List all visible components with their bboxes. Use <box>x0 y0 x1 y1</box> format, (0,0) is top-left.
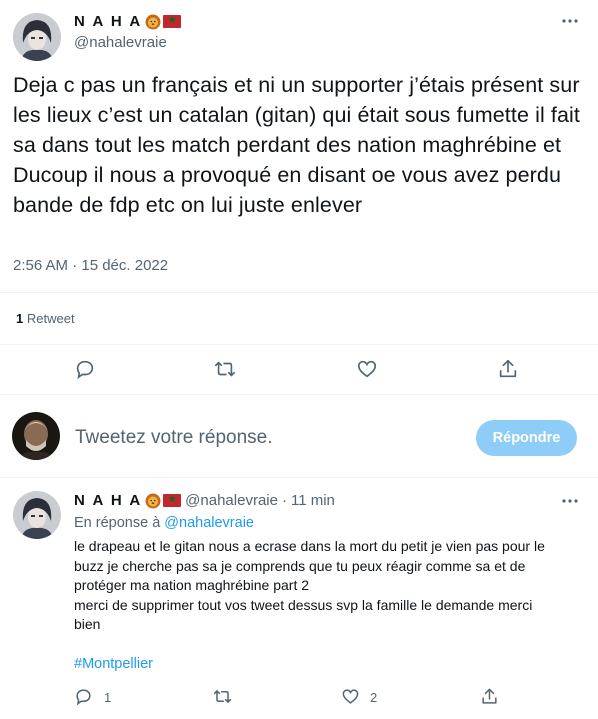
reply-author-row: N A H A @nahalevraie · 11 min <box>74 492 335 509</box>
reply-text-line: merci de supprimer tout vos tweet dessus… <box>74 596 533 613</box>
reply-text-line: bien <box>74 616 101 632</box>
reply-time[interactable]: 11 min <box>291 492 335 509</box>
retweet-count-label: Retweet <box>26 311 75 326</box>
divider <box>0 292 598 293</box>
replying-to-mention[interactable]: @nahalevraie <box>164 515 254 531</box>
reply-author-avatar[interactable] <box>13 491 61 539</box>
more-horizontal-icon[interactable] <box>560 491 580 511</box>
reply-button[interactable]: Répondre <box>476 420 577 456</box>
heart-icon[interactable] <box>341 687 360 706</box>
like-count: 2 <box>370 690 378 705</box>
retweet-count[interactable]: 1 Retweet <box>16 311 75 326</box>
morocco-flag-icon <box>163 13 182 29</box>
divider <box>0 477 598 478</box>
author-display-name[interactable]: N A H A <box>74 13 142 30</box>
replying-to: En réponse à @nahalevraie <box>74 515 254 531</box>
reply-count: 1 <box>104 690 112 705</box>
divider <box>0 344 598 345</box>
separator-dot: · <box>281 492 287 509</box>
retweet-count-number: 1 <box>16 311 24 326</box>
retweet-icon[interactable] <box>213 687 232 706</box>
reply-text: le drapeau et le gitan nous a ecrase dan… <box>74 537 584 635</box>
share-icon[interactable] <box>497 358 519 380</box>
retweet-icon[interactable] <box>214 358 236 380</box>
reply-author-handle[interactable]: @nahalevraie <box>185 492 278 509</box>
lion-emoji-icon <box>145 493 161 509</box>
reply-text-line: buzz je cherche pas sa je comprends que … <box>74 557 526 574</box>
author-handle-row: @nahalevraie <box>74 34 167 51</box>
tweet-text: Deja c pas un français et ni un supporte… <box>13 73 580 217</box>
reply-text-line: le drapeau et le gitan nous a ecrase dan… <box>74 538 545 554</box>
morocco-flag-icon <box>163 492 182 508</box>
heart-icon[interactable] <box>356 358 378 380</box>
lion-emoji-icon <box>145 14 161 30</box>
hashtag-link[interactable]: #Montpellier <box>74 656 153 672</box>
author-handle[interactable]: @nahalevraie <box>74 34 167 51</box>
reply-text-line: protéger ma nation maghrébine part 2 <box>74 577 310 593</box>
current-user-avatar[interactable] <box>12 412 60 460</box>
compose-input[interactable]: Tweetez votre réponse. <box>75 427 273 449</box>
reply-icon[interactable] <box>74 358 96 380</box>
share-icon[interactable] <box>480 687 499 706</box>
divider <box>0 394 598 395</box>
replying-to-prefix: En réponse à <box>74 515 161 531</box>
tweet-timestamp[interactable]: 2:56 AM · 15 déc. 2022 <box>13 257 168 274</box>
more-horizontal-icon[interactable] <box>560 11 580 31</box>
author-avatar[interactable] <box>13 13 61 61</box>
reply-icon[interactable] <box>74 687 93 706</box>
author-name-row[interactable]: N A H A <box>74 13 182 30</box>
reply-author-display-name[interactable]: N A H A <box>74 492 142 509</box>
